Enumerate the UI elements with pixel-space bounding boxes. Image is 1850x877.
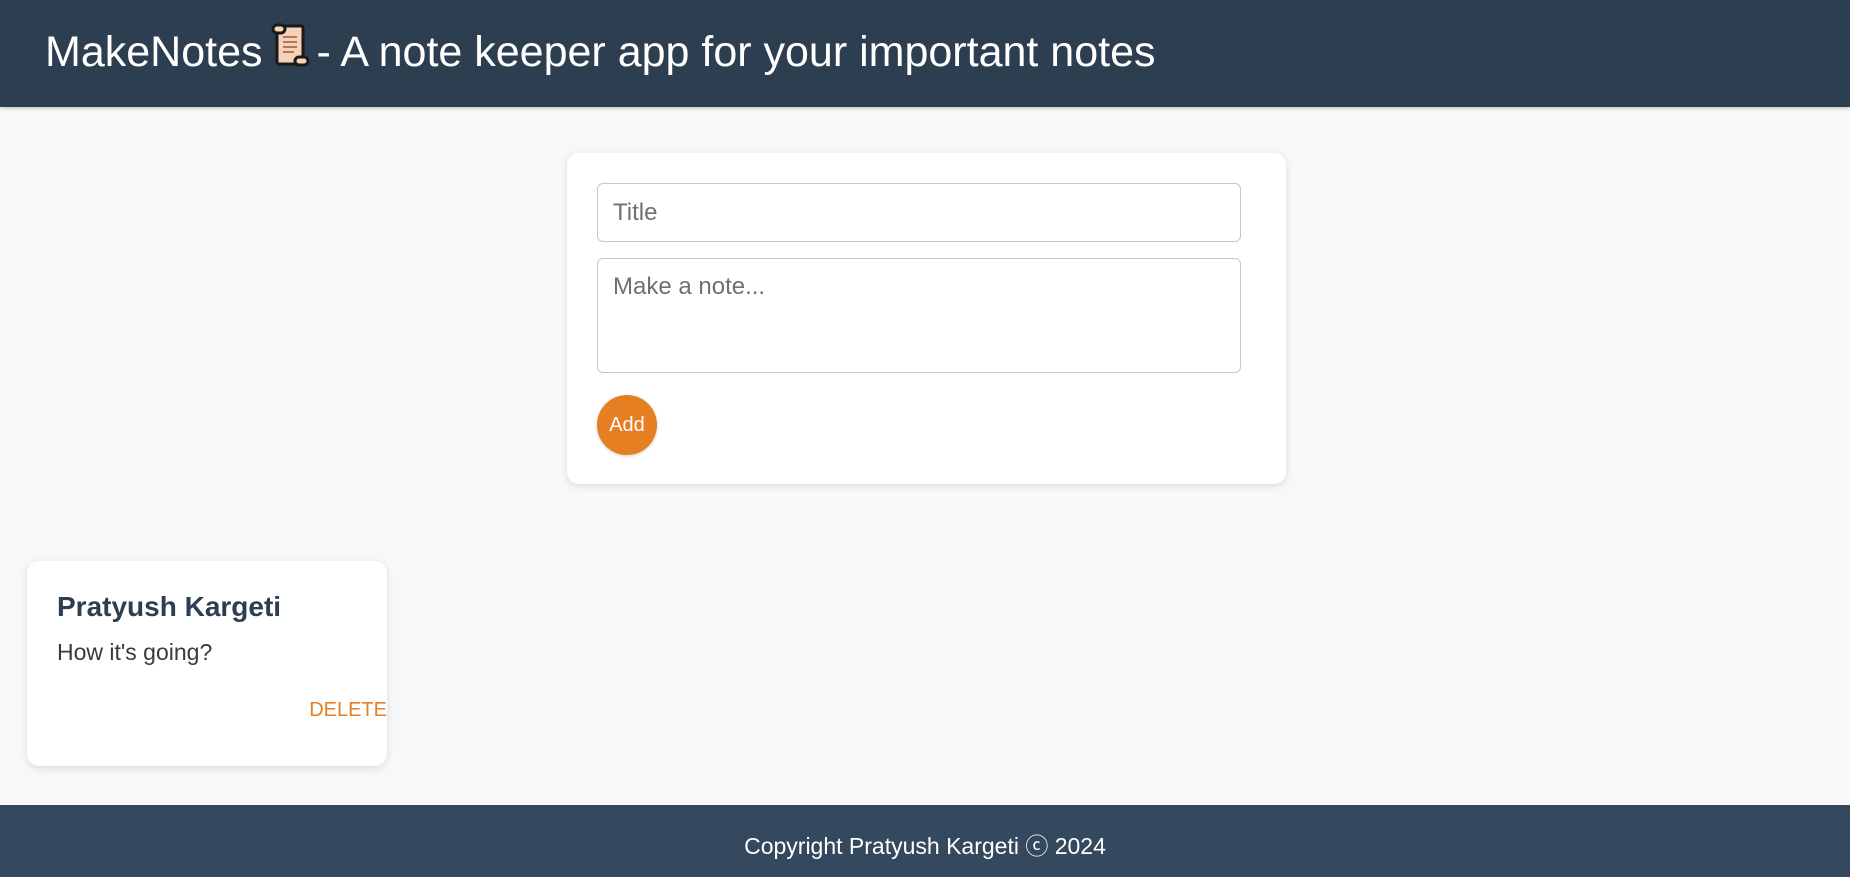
app-name: MakeNotes [45, 28, 263, 76]
app-header: MakeNotes - A note keeper app for your i… [0, 0, 1850, 107]
note-card: Pratyush Kargeti How it's going? DELETE [27, 561, 387, 766]
note-content-textarea[interactable] [597, 258, 1241, 373]
scroll-icon [268, 22, 312, 80]
page-title: MakeNotes - A note keeper app for your i… [45, 23, 1156, 80]
copyright-text: Copyright Pratyush Kargeti ⓒ 2024 [744, 833, 1106, 859]
note-title: Pratyush Kargeti [57, 591, 282, 622]
create-note-card: Add [567, 153, 1286, 484]
note-content: How it's going? [57, 639, 213, 665]
title-input[interactable] [597, 183, 1241, 242]
add-button[interactable]: Add [597, 395, 657, 455]
app-footer: Copyright Pratyush Kargeti ⓒ 2024 [0, 805, 1850, 877]
app-tagline: - A note keeper app for your important n… [316, 28, 1156, 76]
delete-button[interactable]: DELETE [309, 699, 387, 722]
